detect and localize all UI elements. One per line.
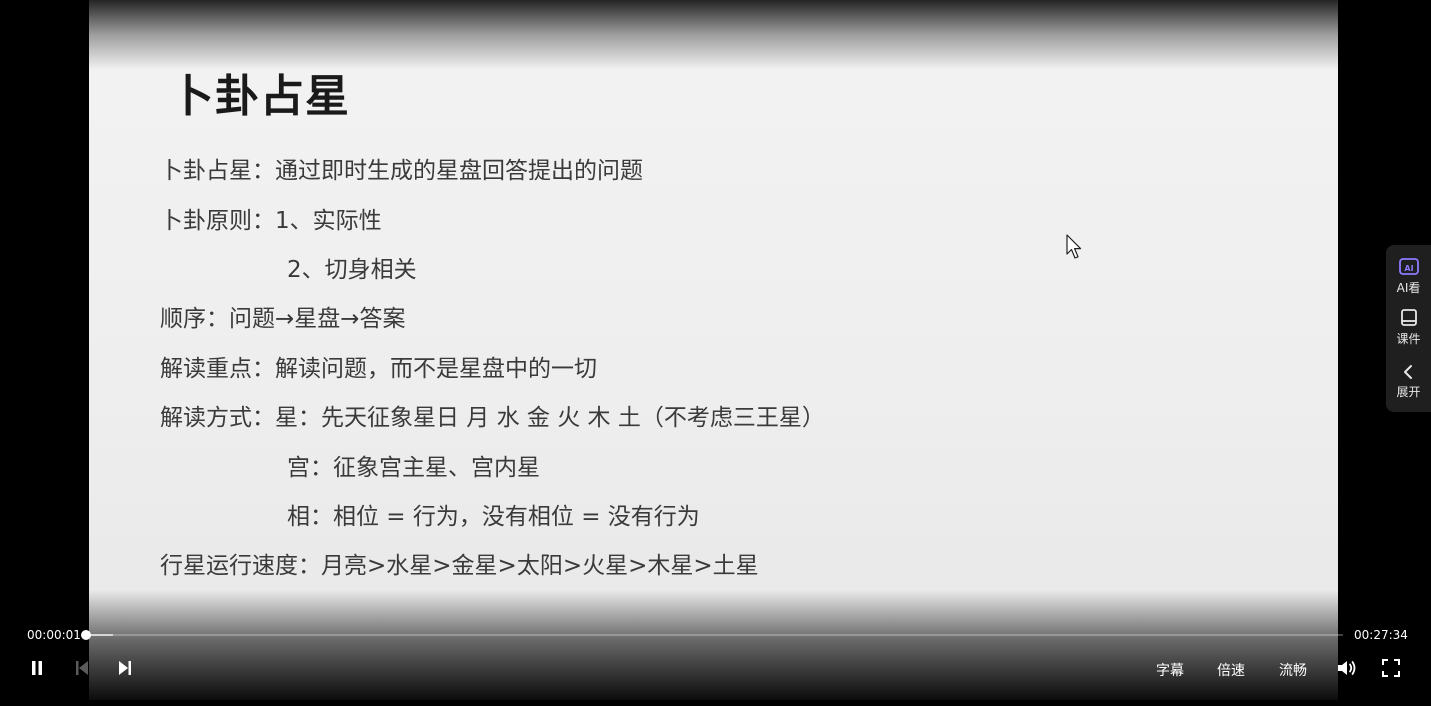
fullscreen-button[interactable] [1379,656,1403,680]
slide-line-8: 相：相位 = 行为，没有相位 = 没有行为 [287,503,700,531]
svg-text:AI: AI [1404,264,1413,273]
slide-line-6: 解读方式：星：先天征象星日 月 水 金 火 木 土（不考虑三王星） [160,404,825,432]
skip-next-icon [119,661,131,675]
pause-icon [32,661,42,675]
slide-line-label: 行星运行速度： [160,553,321,579]
ai-watch-icon: AI [1398,258,1419,275]
next-button[interactable] [113,656,137,680]
slide-line-text: 1、实际性 [275,208,382,234]
bottom-gradient-overlay [89,590,1338,700]
current-time: 00:00:01 [27,628,81,642]
slide-line-text: 问题→星盘→答案 [229,306,406,332]
slide-line-4: 顺序：问题→星盘→答案 [160,305,406,333]
slide-title: 卜卦占星 [170,71,350,122]
fullscreen-icon [1382,659,1400,677]
slide-line-label: 卜卦原则： [160,208,275,234]
side-item-label: 展开 [1396,385,1421,399]
total-time: 00:27:34 [1354,628,1408,642]
slide-line-1: 卜卦占星：通过即时生成的星盘回答提出的问题 [160,157,643,185]
slide-line-text: 星：先天征象星日 月 水 金 火 木 土（不考虑三王星） [275,405,825,431]
slide-line-label: 卜卦占星： [160,158,275,184]
progress-thumb[interactable] [80,630,91,640]
side-item-expand[interactable]: 展开 [1386,363,1431,400]
slide-line-text: 通过即时生成的星盘回答提出的问题 [275,158,643,184]
courseware-icon [1400,309,1417,326]
side-panel: AI AI看 课件 展开 [1386,245,1431,412]
video-frame[interactable]: 卜卦占星 卜卦占星：通过即时生成的星盘回答提出的问题 卜卦原则：1、实际性 2、… [89,0,1338,700]
side-item-ai-watch[interactable]: AI AI看 [1386,257,1431,296]
volume-button[interactable] [1335,656,1359,680]
chevron-left-icon [1403,365,1412,379]
slide-line-text: 相：相位 = 行为，没有相位 = 没有行为 [287,504,700,530]
slide-line-2: 卜卦原则：1、实际性 [160,207,382,235]
side-item-label: AI看 [1396,281,1421,295]
pause-button[interactable] [25,656,49,680]
volume-icon [1338,661,1356,675]
speed-button[interactable]: 倍速 [1217,660,1245,680]
video-player[interactable]: 卜卦占星 卜卦占星：通过即时生成的星盘回答提出的问题 卜卦原则：1、实际性 2、… [0,0,1431,706]
slide-line-text: 宫：征象宫主星、宫内星 [287,455,540,481]
slide-line-text: 2、切身相关 [287,257,417,283]
slide-line-5: 解读重点：解读问题，而不是星盘中的一切 [160,355,597,383]
mouse-cursor-icon [1066,234,1082,259]
slide-line-3: 2、切身相关 [287,256,417,284]
side-item-courseware[interactable]: 课件 [1386,308,1431,347]
quality-button[interactable]: 流畅 [1279,660,1307,680]
slide-line-label: 解读方式： [160,405,275,431]
slide-line-text: 月亮>水星>金星>太阳>火星>木星>土星 [321,553,759,579]
slide-line-9: 行星运行速度：月亮>水星>金星>太阳>火星>木星>土星 [160,552,759,580]
slide-line-text: 解读问题，而不是星盘中的一切 [275,356,597,382]
previous-button[interactable] [70,656,94,680]
skip-previous-icon [76,661,88,675]
progress-bar[interactable] [80,630,1343,640]
slide-line-label: 解读重点： [160,356,275,382]
subtitle-button[interactable]: 字幕 [1156,660,1184,680]
slide-line-7: 宫：征象宫主星、宫内星 [287,454,540,482]
side-item-label: 课件 [1396,332,1421,346]
slide-line-label: 顺序： [160,306,229,332]
